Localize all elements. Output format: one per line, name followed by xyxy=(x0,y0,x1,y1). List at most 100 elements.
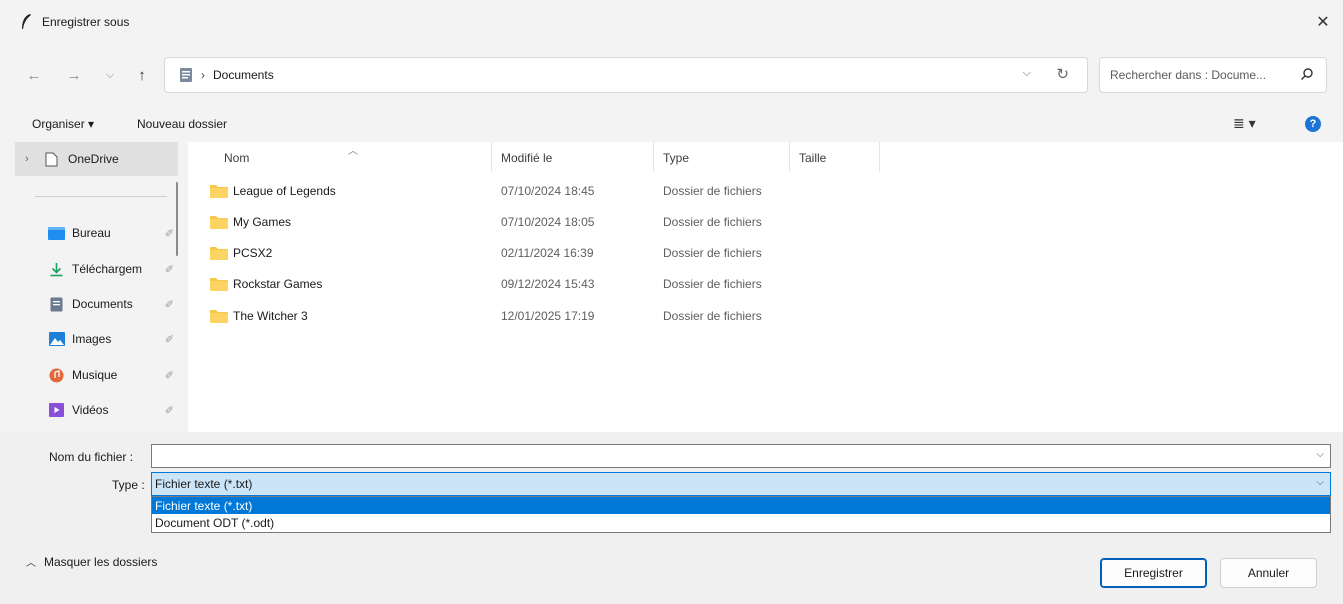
search-icon[interactable] xyxy=(1300,67,1314,84)
folder-icon xyxy=(210,184,228,198)
file-type: Dossier de fichiers xyxy=(663,309,762,323)
column-separator[interactable] xyxy=(879,142,880,172)
breadcrumb-separator: › xyxy=(201,68,205,82)
file-modified: 12/01/2025 17:19 xyxy=(501,309,595,323)
column-separator[interactable] xyxy=(491,142,492,172)
column-header-type[interactable]: Type xyxy=(663,142,689,174)
sidebar-item-documents[interactable]: Documents ✐ xyxy=(48,290,178,318)
download-icon xyxy=(48,262,65,277)
arrow-left-icon[interactable]: ← xyxy=(22,63,46,87)
table-row[interactable]: Rockstar Games 09/12/2024 15:43 Dossier … xyxy=(210,270,910,298)
table-row[interactable]: PCSX2 02/11/2024 16:39 Dossier de fichie… xyxy=(210,239,910,267)
file-type: Dossier de fichiers xyxy=(663,215,762,229)
filename-label: Nom du fichier : xyxy=(49,450,134,464)
search-input[interactable]: Rechercher dans : Docume... xyxy=(1099,57,1327,93)
file-name: My Games xyxy=(233,215,292,229)
title-bar: Enregistrer sous ✕ xyxy=(0,0,1343,44)
file-name: PCSX2 xyxy=(233,246,273,260)
help-icon[interactable]: ? xyxy=(1305,116,1321,132)
folder-icon xyxy=(210,246,228,260)
table-row[interactable]: My Games 07/10/2024 18:05 Dossier de fic… xyxy=(210,208,910,236)
table-row[interactable]: League of Legends 07/10/2024 18:45 Dossi… xyxy=(210,177,910,205)
breadcrumb-documents[interactable]: Documents xyxy=(213,68,274,82)
file-type: Dossier de fichiers xyxy=(663,277,762,291)
sidebar-item-bureau[interactable]: Bureau ✐ xyxy=(48,219,178,247)
sidebar-item-label: Images xyxy=(72,332,112,346)
sidebar-item-musique[interactable]: Musique ✐ xyxy=(48,361,178,389)
filename-input[interactable]: ⌵ xyxy=(151,444,1331,468)
sidebar-item-videos[interactable]: Vidéos ✐ xyxy=(48,396,178,424)
navigation-pane: › OneDrive Bureau ✐ Téléchargem ✐ Docume… xyxy=(11,142,186,432)
document-icon xyxy=(48,297,65,312)
sidebar-item-label: OneDrive xyxy=(68,152,119,166)
sidebar-item-label: Vidéos xyxy=(72,403,109,417)
chevron-down-icon[interactable]: ⌵ xyxy=(1316,449,1324,460)
dialog-footer: ︿ Masquer les dossiers Enregistrer Annul… xyxy=(0,542,1343,604)
folder-icon xyxy=(210,215,228,229)
column-separator[interactable] xyxy=(789,142,790,172)
folder-icon xyxy=(210,277,228,291)
new-folder-button[interactable]: Nouveau dossier xyxy=(137,117,227,131)
search-placeholder: Rechercher dans : Docume... xyxy=(1110,68,1267,82)
file-modified: 02/11/2024 16:39 xyxy=(501,246,594,260)
column-header-modified[interactable]: Modifié le xyxy=(501,142,552,174)
sidebar-item-label: Bureau xyxy=(72,226,111,240)
file-type-option[interactable]: Document ODT (*.odt) xyxy=(152,514,1330,531)
chevron-right-icon[interactable]: › xyxy=(25,153,39,165)
arrow-up-icon[interactable]: ↑ xyxy=(130,63,154,87)
file-type: Dossier de fichiers xyxy=(663,184,762,198)
file-type: Dossier de fichiers xyxy=(663,246,762,260)
navigation-bar: ← → ⌵ ↑ › Documents ⌵ ↻ Rechercher dans … xyxy=(0,44,1343,106)
file-type-select[interactable]: Fichier texte (*.txt) ⌵ xyxy=(151,472,1331,496)
pin-icon: ✐ xyxy=(164,298,174,311)
column-header-size[interactable]: Taille xyxy=(799,142,826,174)
pin-icon: ✐ xyxy=(164,333,174,346)
file-modified: 09/12/2024 15:43 xyxy=(501,277,595,291)
sidebar-item-label: Musique xyxy=(72,368,118,382)
desktop-icon xyxy=(48,226,65,241)
chevron-down-icon[interactable]: ⌵ xyxy=(98,63,122,87)
hide-folders-button[interactable]: ︿ Masquer les dossiers xyxy=(26,554,158,570)
column-header-name[interactable]: Nom xyxy=(224,142,249,174)
sidebar-item-label: Téléchargem xyxy=(72,262,143,276)
arrow-right-icon[interactable]: → xyxy=(62,63,86,87)
pin-icon: ✐ xyxy=(164,369,174,382)
chevron-down-icon[interactable]: ⌵ xyxy=(1316,477,1324,488)
video-icon xyxy=(48,403,65,418)
sidebar-item-images[interactable]: Images ✐ xyxy=(48,325,178,353)
quill-icon xyxy=(18,14,34,30)
save-button[interactable]: Enregistrer xyxy=(1100,558,1207,588)
file-modified: 07/10/2024 18:45 xyxy=(501,184,595,198)
window-title: Enregistrer sous xyxy=(42,15,130,29)
file-name: Rockstar Games xyxy=(233,277,323,291)
sidebar-item-downloads[interactable]: Téléchargem ✐ xyxy=(48,255,178,283)
file-list: ︿ Nom Modifié le Type Taille League of L… xyxy=(188,142,1343,432)
pin-icon: ✐ xyxy=(164,404,174,417)
cancel-button[interactable]: Annuler xyxy=(1220,558,1317,588)
pin-icon: ✐ xyxy=(164,263,174,276)
file-type-options: Fichier texte (*.txt) Document ODT (*.od… xyxy=(151,496,1331,533)
divider xyxy=(35,196,167,197)
view-list-icon[interactable]: ≣ ▾ xyxy=(1233,115,1256,132)
document-icon xyxy=(179,67,193,83)
column-separator[interactable] xyxy=(653,142,654,172)
file-type-option[interactable]: Fichier texte (*.txt) xyxy=(152,497,1330,514)
sidebar-item-label: Documents xyxy=(72,297,133,311)
address-dropdown-icon[interactable]: ⌵ xyxy=(1023,67,1031,80)
music-icon xyxy=(48,368,65,383)
address-bar[interactable]: › Documents ⌵ ↻ xyxy=(164,57,1088,93)
sort-ascending-icon: ︿ xyxy=(348,146,358,157)
close-icon[interactable]: ✕ xyxy=(1311,10,1335,34)
sidebar-item-onedrive[interactable]: › OneDrive xyxy=(15,142,178,176)
file-modified: 07/10/2024 18:05 xyxy=(501,215,595,229)
table-row[interactable]: The Witcher 3 12/01/2025 17:19 Dossier d… xyxy=(210,302,910,330)
refresh-icon[interactable]: ↻ xyxy=(1056,65,1069,83)
type-label: Type : xyxy=(112,478,145,492)
pin-icon: ✐ xyxy=(164,227,174,240)
file-icon xyxy=(45,152,58,167)
organise-button[interactable]: Organiser ▾ xyxy=(32,117,94,131)
file-type-value: Fichier texte (*.txt) xyxy=(155,477,253,491)
file-name: League of Legends xyxy=(233,184,336,198)
command-bar: Organiser ▾ Nouveau dossier ≣ ▾ ? xyxy=(0,106,1343,142)
hide-folders-label: Masquer les dossiers xyxy=(44,554,158,569)
